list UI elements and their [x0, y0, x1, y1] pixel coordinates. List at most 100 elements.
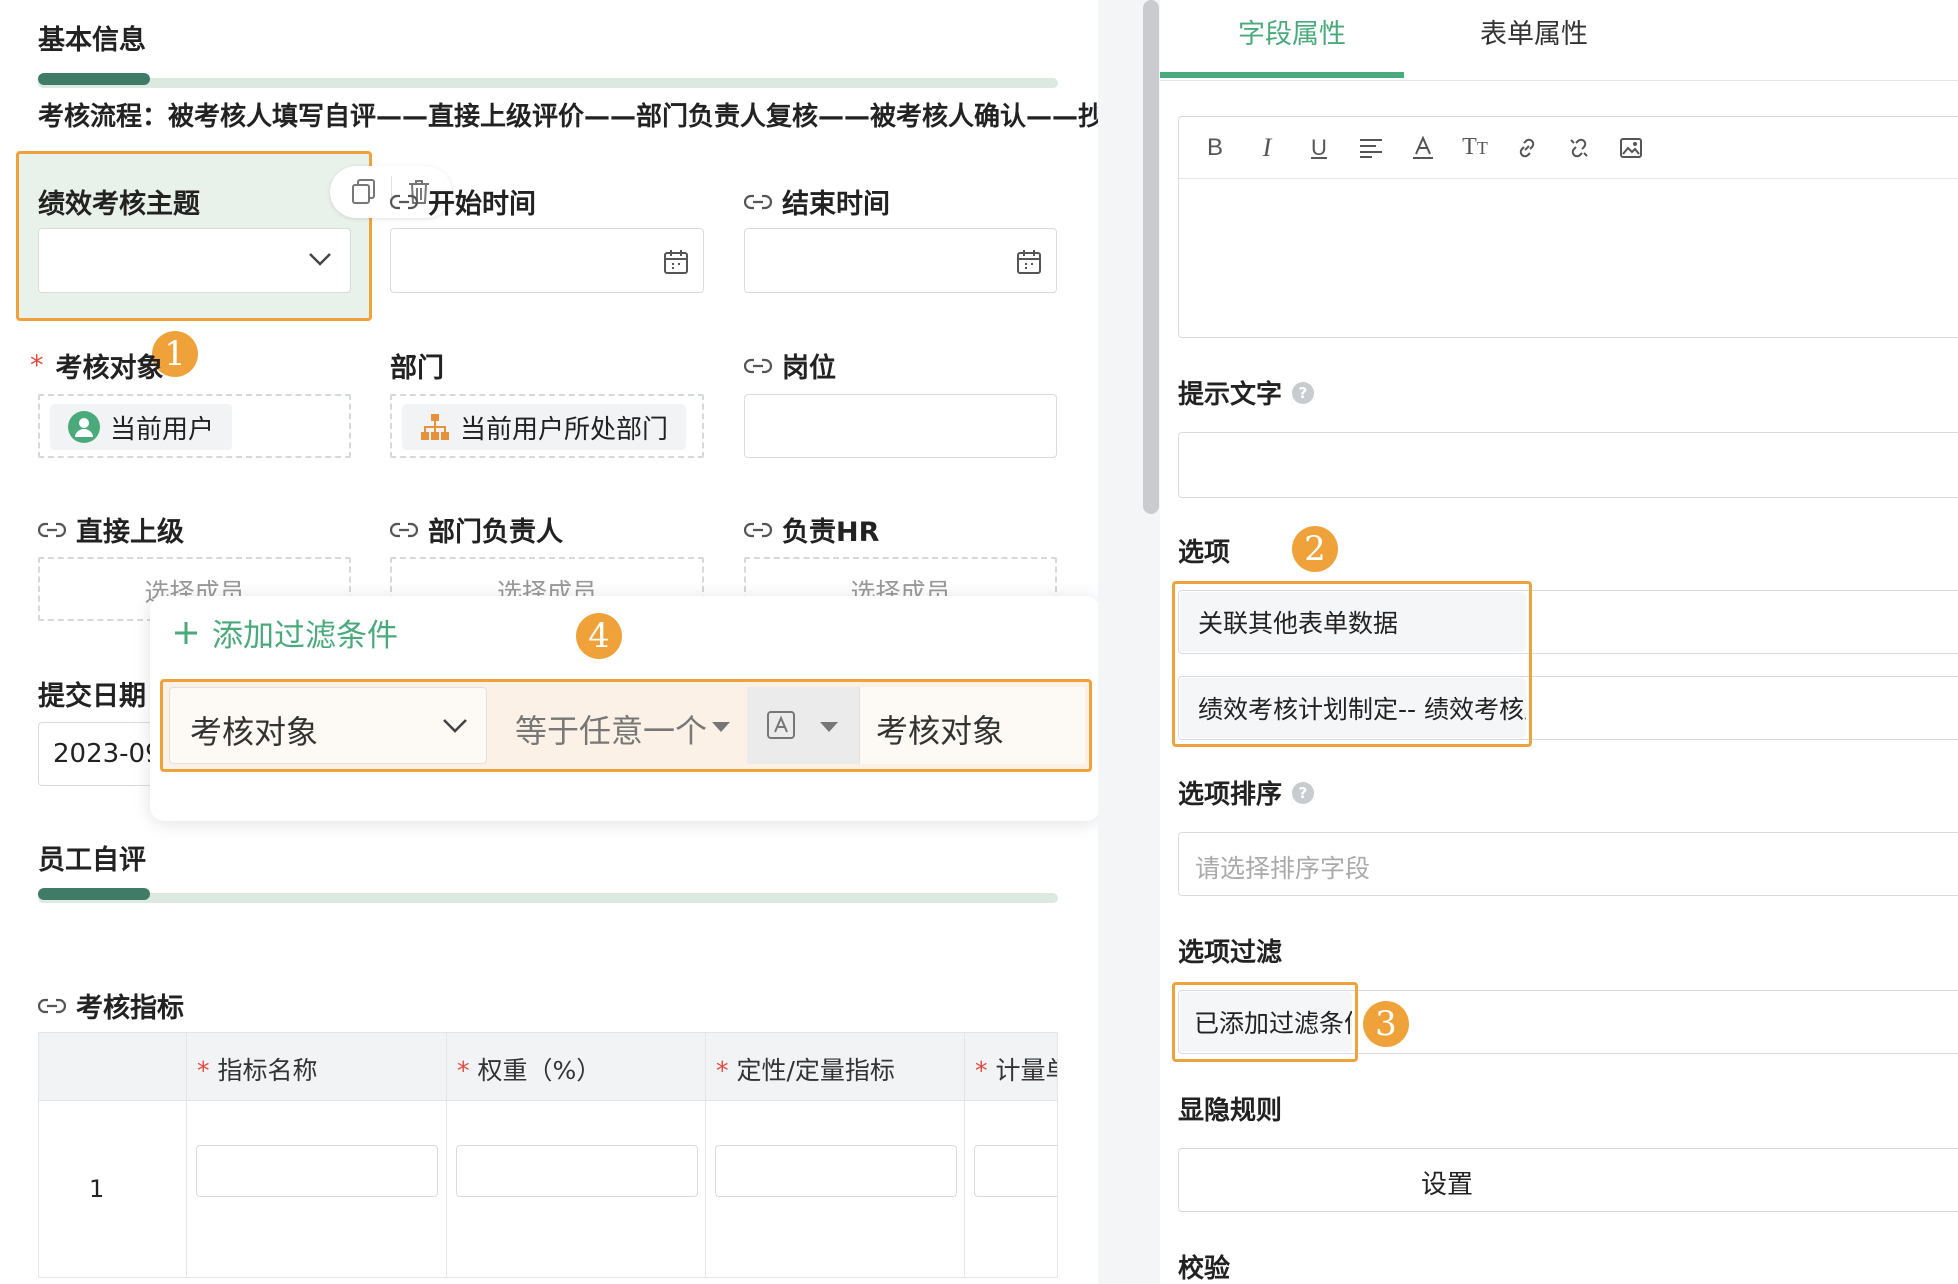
department-field[interactable]: 当前用户所处部门: [390, 394, 704, 458]
indicator-type-input[interactable]: [715, 1145, 957, 1197]
calendar-icon[interactable]: [1016, 249, 1042, 275]
badge-3: 3: [1363, 1001, 1409, 1047]
field-label-position: 岗位: [744, 346, 836, 385]
tab-active-indicator: [1160, 72, 1404, 78]
image-icon[interactable]: [1605, 137, 1657, 159]
table-header-cell: *计量单位: [965, 1033, 1057, 1101]
position-input[interactable]: [744, 394, 1057, 458]
tip-text-input[interactable]: [1178, 432, 1958, 498]
filter-value-text: 考核对象: [876, 712, 1005, 750]
field-label-start-time: 开始时间: [390, 182, 536, 221]
option-source-select[interactable]: 关联其他表单数据: [1180, 592, 1526, 652]
table-row: 1: [39, 1101, 1057, 1277]
flow-description: 考核流程：被考核人填写自评——直接上级评价——部门负责人复核——被考核人确认——…: [38, 102, 1235, 132]
field-label-target: * 考核对象: [30, 346, 164, 385]
sort-field-select[interactable]: 请选择排序字段: [1178, 832, 1958, 896]
plus-icon: [172, 619, 200, 647]
badge-2: 2: [1292, 526, 1338, 572]
editor-toolbar: B I U TT: [1179, 117, 1958, 179]
tabs-divider: [1160, 80, 1958, 81]
tip-text-label: 提示文字 ?: [1178, 374, 1315, 411]
form-canvas: 基本信息 考核流程：被考核人填写自评——直接上级评价——部门负责人复核——被考核…: [0, 0, 1234, 1284]
table-cell: [187, 1101, 447, 1277]
indicators-label-text: 考核指标: [76, 993, 184, 1024]
sort-label-text: 选项排序: [1178, 780, 1283, 810]
calendar-icon[interactable]: [663, 249, 689, 275]
target-label-text: 考核对象: [55, 353, 164, 384]
filter-conditions-button[interactable]: 已添加过滤条件: [1180, 992, 1352, 1052]
chevron-down-icon: [308, 251, 332, 267]
font-color-icon[interactable]: [1397, 135, 1449, 160]
hr-label-text: 负责HR: [782, 517, 880, 548]
section-divider-accent: [38, 73, 150, 85]
theme-select[interactable]: [38, 228, 351, 293]
link-icon: [38, 520, 66, 540]
options-label: 选项: [1178, 538, 1231, 568]
filter-field-text: 考核对象: [190, 713, 319, 751]
table-cell: [965, 1101, 1057, 1277]
table-header-label: *计量单位: [975, 1056, 1057, 1085]
tab-field-properties[interactable]: 字段属性: [1160, 0, 1404, 78]
unlink-icon[interactable]: [1553, 137, 1605, 159]
italic-icon[interactable]: I: [1241, 133, 1293, 163]
table-header-index: [39, 1033, 187, 1101]
table-header-cell: * 定性/定量指标: [706, 1033, 965, 1101]
table-header-row: *指标名称 *权重（%） *定性/定量指标 *计量单位: [39, 1033, 1057, 1101]
filter-value-field[interactable]: 考核对象: [859, 687, 1085, 764]
validation-label: 校验: [1178, 1254, 1231, 1284]
filter-value-type-select[interactable]: [747, 687, 859, 764]
position-label-text: 岗位: [782, 353, 836, 384]
table-row-index: 1: [39, 1101, 187, 1277]
field-label-hr: 负责HR: [744, 510, 879, 549]
chevron-down-icon: [442, 718, 468, 734]
filter-operator-select[interactable]: 等于任意一个: [491, 687, 743, 764]
help-icon[interactable]: ?: [1292, 781, 1315, 804]
current-department-text: 当前用户所处部门: [460, 414, 669, 445]
copy-icon[interactable]: [351, 178, 377, 206]
add-filter-text: 添加过滤条件: [212, 618, 398, 654]
tip-label-text: 提示文字: [1178, 380, 1283, 410]
user-avatar-icon: [68, 411, 100, 443]
required-mark: *: [30, 350, 44, 381]
sort-placeholder: 请选择排序字段: [1195, 854, 1371, 883]
field-label-dept-head: 部门负责人: [390, 510, 563, 549]
help-icon[interactable]: ?: [1292, 381, 1315, 404]
end-time-input[interactable]: [744, 228, 1057, 293]
font-size-icon[interactable]: TT: [1449, 134, 1501, 161]
sort-label: 选项排序 ?: [1178, 774, 1315, 811]
tab-label: 字段属性: [1238, 19, 1346, 50]
scrollbar-thumb[interactable]: [1143, 0, 1159, 514]
field-label-theme: 绩效考核主题: [38, 189, 200, 220]
indicators-table: *指标名称 *权重（%） *定性/定量指标 *计量单位 1: [38, 1032, 1058, 1278]
add-filter-button[interactable]: 添加过滤条件: [172, 610, 398, 655]
tab-form-properties[interactable]: 表单属性: [1460, 0, 1700, 78]
option-target-select[interactable]: 绩效考核计划制定-- 绩效考核主题: [1180, 678, 1526, 738]
badge-4: 4: [576, 613, 622, 659]
start-time-input[interactable]: [390, 228, 704, 293]
current-user-chip: 当前用户: [50, 404, 233, 450]
underline-icon[interactable]: U: [1293, 135, 1345, 161]
section-divider: [38, 78, 1058, 88]
align-icon[interactable]: [1345, 138, 1397, 158]
link-icon[interactable]: [1501, 137, 1553, 159]
filter-popup: 添加过滤条件 4 考核对象 等于任意一个 考核对象: [150, 596, 1100, 821]
bold-icon[interactable]: B: [1189, 134, 1241, 162]
end-time-label-text: 结束时间: [782, 189, 890, 220]
filter-operator-text: 等于任意一个: [515, 712, 708, 750]
weight-input[interactable]: [456, 1145, 698, 1197]
properties-panel: 字段属性 表单属性 B I U TT 提示文字 ? 选项 2 关联其他表单数据 …: [1160, 0, 1958, 1284]
filter-field-select[interactable]: 考核对象: [169, 687, 487, 764]
visibility-settings-button[interactable]: 设置: [1178, 1148, 1958, 1212]
direct-superior-label-text: 直接上级: [76, 517, 184, 548]
org-chart-icon: [420, 413, 450, 441]
table-header-cell: * 指标名称: [187, 1033, 447, 1101]
link-icon: [744, 356, 772, 376]
table-header-cell: * 权重（%）: [447, 1033, 706, 1101]
current-user-text: 当前用户: [110, 414, 215, 445]
target-user-field[interactable]: 当前用户: [38, 394, 351, 458]
rich-text-editor: B I U TT: [1178, 116, 1958, 338]
table-header-label: * 指标名称: [197, 1056, 318, 1085]
indicator-name-input[interactable]: [196, 1145, 438, 1197]
unit-input[interactable]: [974, 1145, 1057, 1197]
section-divider: [38, 893, 1058, 903]
